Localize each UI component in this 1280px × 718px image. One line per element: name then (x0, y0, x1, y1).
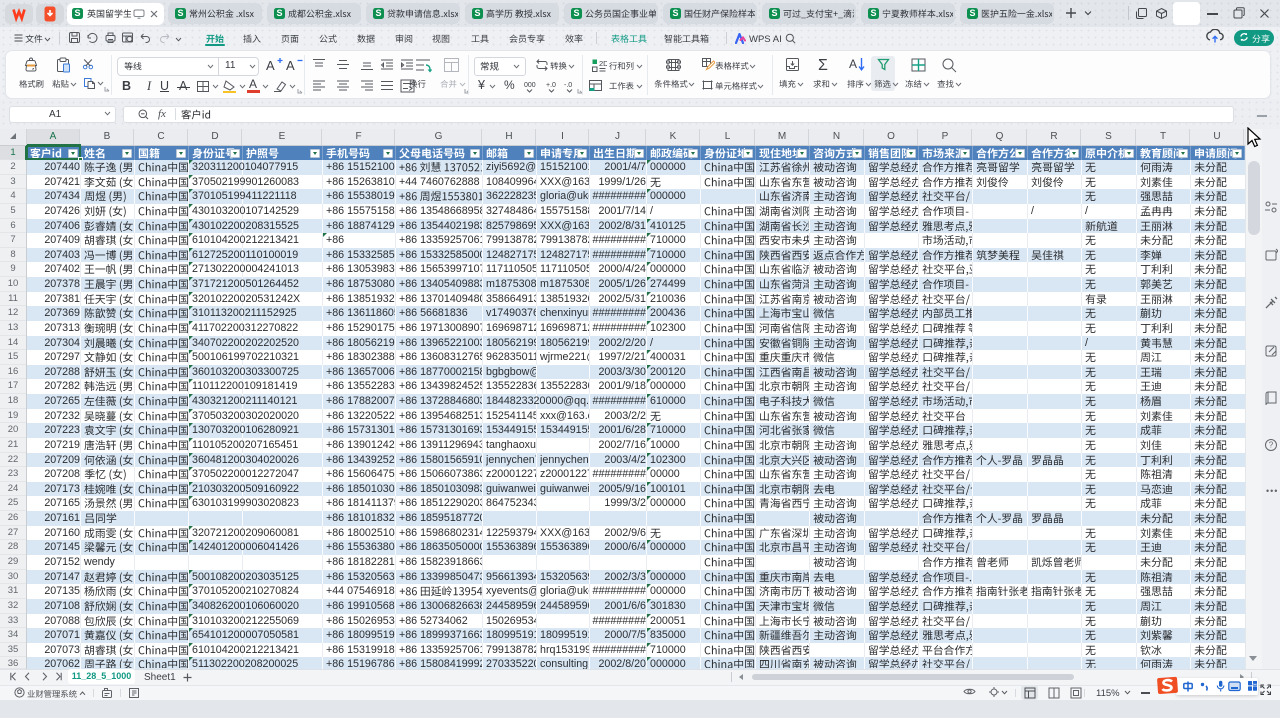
svg-text:A: A (849, 57, 857, 71)
svg-text:2D: 2D (599, 59, 607, 68)
svg-text:A: A (266, 58, 275, 73)
svg-text:+.0: +.0 (546, 82, 556, 89)
svg-text:Σ: Σ (818, 57, 828, 73)
svg-text:-.0: -.0 (564, 82, 572, 89)
svg-text:A: A (286, 58, 295, 73)
svg-text:000: 000 (524, 82, 536, 89)
svg-text:?: ? (1269, 441, 1274, 450)
